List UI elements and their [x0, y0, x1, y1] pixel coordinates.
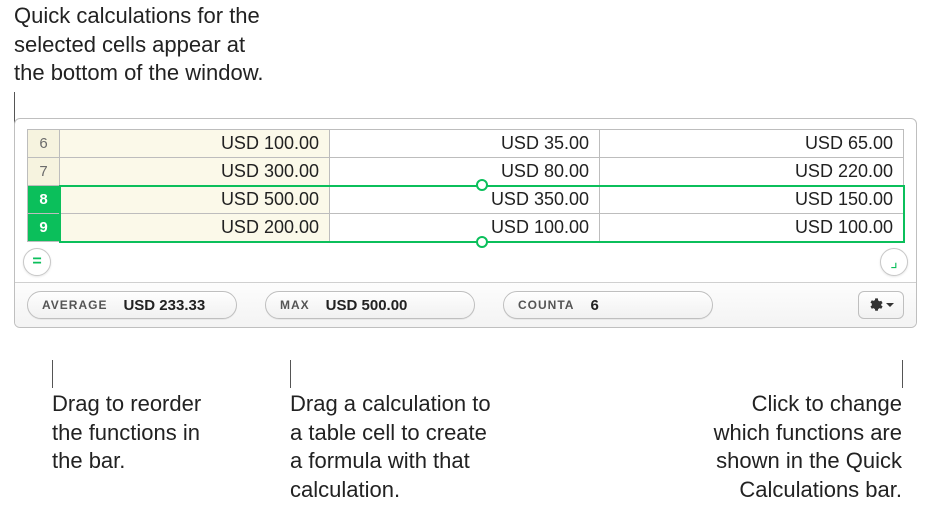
quick-calc-pill[interactable]: MAX USD 500.00	[265, 291, 475, 319]
spreadsheet-panel: 6USD 100.00USD 35.00USD 65.007USD 300.00…	[14, 118, 917, 328]
row-header[interactable]: 7	[28, 158, 60, 186]
cell[interactable]: USD 100.00	[600, 214, 904, 242]
quick-calc-pill[interactable]: AVERAGE USD 233.33	[27, 291, 237, 319]
quick-calculations-bar: AVERAGE USD 233.33 MAX USD 500.00 COUNTA 6	[15, 282, 916, 327]
quick-calc-label: MAX	[280, 298, 310, 312]
table-viewport: 6USD 100.00USD 35.00USD 65.007USD 300.00…	[15, 119, 916, 282]
cell[interactable]: USD 300.00	[60, 158, 330, 186]
corner-icon: ⌟	[890, 252, 898, 272]
callout-leader-line	[52, 360, 53, 388]
quick-calc-value: USD 500.00	[326, 297, 408, 314]
table-row[interactable]: 8USD 500.00USD 350.00USD 150.00	[28, 186, 904, 214]
quick-calc-settings-button[interactable]	[858, 291, 904, 319]
cell[interactable]: USD 100.00	[60, 130, 330, 158]
row-header[interactable]: 9	[28, 214, 60, 242]
table-corner-button[interactable]: ⌟	[880, 248, 908, 276]
callout-gear: Click to change which functions are show…	[714, 390, 902, 504]
cell[interactable]: USD 100.00	[330, 214, 600, 242]
quick-calc-pill[interactable]: COUNTA 6	[503, 291, 713, 319]
formula-equals-button[interactable]: =	[23, 248, 51, 276]
callout-drag-formula: Drag a calculation to a table cell to cr…	[290, 390, 491, 504]
cell[interactable]: USD 35.00	[330, 130, 600, 158]
chevron-down-icon	[885, 300, 895, 310]
table-row[interactable]: 7USD 300.00USD 80.00USD 220.00	[28, 158, 904, 186]
spreadsheet-table[interactable]: 6USD 100.00USD 35.00USD 65.007USD 300.00…	[27, 129, 904, 242]
quick-calc-value: 6	[590, 297, 598, 314]
table-row[interactable]: 6USD 100.00USD 35.00USD 65.00	[28, 130, 904, 158]
cell[interactable]: USD 350.00	[330, 186, 600, 214]
callout-quick-calc-summary: Quick calculations for the selected cell…	[14, 2, 264, 88]
table-row[interactable]: 9USD 200.00USD 100.00USD 100.00	[28, 214, 904, 242]
cell[interactable]: USD 80.00	[330, 158, 600, 186]
cell[interactable]: USD 65.00	[600, 130, 904, 158]
quick-calc-value: USD 233.33	[123, 297, 205, 314]
quick-calc-label: COUNTA	[518, 298, 574, 312]
row-header[interactable]: 8	[28, 186, 60, 214]
callout-reorder: Drag to reorder the functions in the bar…	[52, 390, 201, 476]
cell[interactable]: USD 500.00	[60, 186, 330, 214]
cell[interactable]: USD 220.00	[600, 158, 904, 186]
callout-leader-line	[902, 360, 903, 388]
cell[interactable]: USD 150.00	[600, 186, 904, 214]
row-header[interactable]: 6	[28, 130, 60, 158]
gear-icon	[867, 297, 883, 313]
cell[interactable]: USD 200.00	[60, 214, 330, 242]
quick-calc-label: AVERAGE	[42, 298, 107, 312]
callout-leader-line	[290, 360, 291, 388]
equals-icon: =	[32, 253, 41, 271]
